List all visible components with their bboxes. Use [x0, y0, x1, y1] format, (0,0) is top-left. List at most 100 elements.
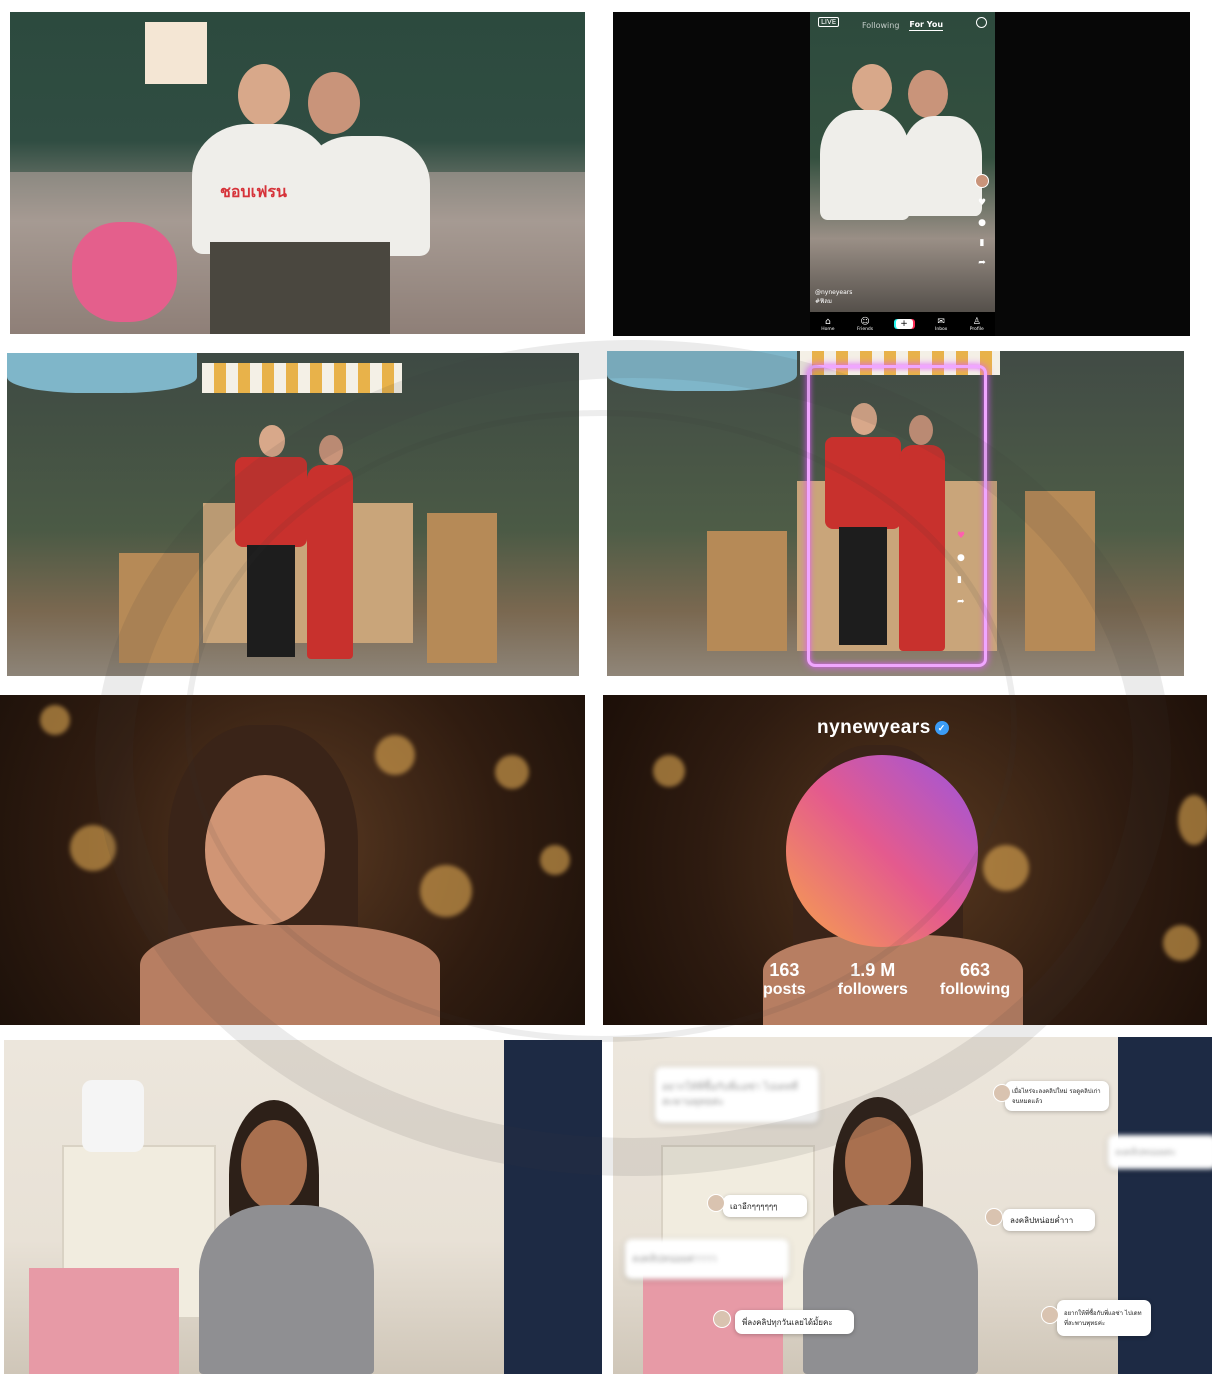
profile-picture-ring[interactable] — [786, 755, 978, 947]
red-dress — [307, 465, 353, 659]
comment-bubble: ลงคลิปหน่อยค่ำาา — [985, 1208, 1095, 1231]
tiktok-phone-screen: LIVE Following For You ♥ ● ▮ ➦ @nyneyear… — [810, 12, 995, 336]
person-shirt — [300, 136, 430, 256]
nav-label: Profile — [969, 326, 984, 332]
tab-for-you[interactable]: For You — [909, 20, 944, 31]
profile-stats: 163 posts 1.9 M followers 663 following — [763, 960, 1010, 1000]
nav-inbox[interactable]: ✉ Inbox — [935, 317, 947, 332]
instagram-profile-overlay: nynewyears ✓ 163 posts 1.9 M followers 66… — [603, 695, 1207, 1025]
comment-icon[interactable]: ● — [978, 219, 986, 228]
inbox-icon: ✉ — [937, 316, 945, 327]
avatar — [993, 1084, 1011, 1102]
bokeh-light — [653, 755, 685, 787]
nav-profile[interactable]: ♙ Profile — [970, 317, 984, 332]
avatar — [713, 1310, 731, 1328]
grey-sweater — [803, 1205, 978, 1374]
comment-text: ลงคลิปหน่อยค่ำาา — [1010, 1215, 1074, 1225]
profile-username[interactable]: nynewyears ✓ — [817, 717, 949, 739]
tiktok-mockup: LIVE Following For You ♥ ● ▮ ➦ @nyneyear… — [613, 12, 1190, 336]
tiktok-video-info: @nyneyears #ฟิลม — [815, 288, 852, 306]
grey-sweater — [199, 1205, 374, 1374]
stat-posts[interactable]: 163 posts — [763, 960, 806, 1000]
stat-label: following — [939, 981, 1011, 998]
bokeh-light — [495, 755, 529, 789]
live-icon[interactable]: LIVE — [818, 17, 840, 27]
photo-fruit-stand — [7, 353, 579, 676]
photo-woman-bokeh — [0, 695, 585, 1025]
person-face — [845, 1117, 911, 1207]
comment-text: ลงคลิปหน่อยค่าาาา — [632, 1253, 717, 1265]
bookmark-icon: ▮ — [957, 575, 962, 585]
umbrella — [7, 353, 197, 393]
comment-text: อยากให้พี่ซื้อกับพี่แอซ่า ไปเดทที่สะพานพ… — [662, 1082, 798, 1108]
plaid-pants — [210, 242, 390, 334]
bokeh-light — [1163, 925, 1199, 961]
comments-overlay: อยากให้พี่ซื้อกับพี่แอซ่า ไปเดทที่สะพานพ… — [613, 1037, 1212, 1374]
nav-friends[interactable]: ☺ Friends — [857, 317, 873, 332]
person-head — [852, 64, 892, 112]
comment-bubble: อยากให้พี่ซื้อกับพี่แอซ่า ไปเดทที่สะพานพ… — [655, 1067, 819, 1123]
comment-bubble: ลงคลิปหน่อยค่าาาา — [625, 1239, 789, 1279]
nav-label: Home — [821, 326, 835, 332]
person-shirt — [820, 110, 910, 220]
nav-label: Friends — [856, 326, 874, 332]
neon-phone-frame — [807, 365, 987, 667]
caption: #ฟิลม — [815, 298, 832, 305]
avatar — [1041, 1306, 1059, 1324]
stat-following[interactable]: 663 following — [940, 960, 1010, 1000]
search-icon[interactable] — [976, 17, 987, 28]
comment-text: เอาอีกๆๆๆๆๆๆ — [730, 1201, 778, 1211]
comment-bubble: ลงคลิปหน่อยค่ะ — [1108, 1135, 1212, 1169]
person-face — [241, 1120, 307, 1210]
avatar-icon[interactable] — [975, 174, 989, 188]
black-pants — [247, 545, 295, 657]
username[interactable]: @nyneyears — [815, 288, 852, 297]
bokeh-light — [420, 865, 472, 917]
shoulders — [140, 925, 440, 1025]
comment-icon: ● — [957, 553, 965, 563]
friends-icon: ☺ — [860, 316, 870, 327]
person-head — [238, 64, 290, 126]
comment-bubble: พี่ลงคลิปทุกวันเลยได้มั้ยคะ — [713, 1310, 854, 1334]
bokeh-light — [40, 705, 70, 735]
tab-following[interactable]: Following — [862, 21, 899, 30]
comment-text: อยากให้พี่ซื้อกับพี่แอซ่า ไปเดทที่สะพานพ… — [1064, 1310, 1142, 1327]
home-icon: ⌂ — [825, 316, 831, 327]
poster — [145, 22, 207, 84]
stat-value: 163 — [769, 960, 800, 980]
stat-label: posts — [763, 981, 806, 998]
stat-value: 663 — [959, 960, 991, 980]
stat-value: 1.9 M — [850, 960, 896, 980]
comment-text: พี่ลงคลิปทุกวันเลยได้มั้ยคะ — [742, 1317, 833, 1327]
person-head — [319, 435, 343, 465]
person-head — [308, 72, 360, 134]
pink-teddy — [72, 222, 177, 322]
neon-side-actions: ♥ ● ▮ ➦ — [957, 531, 1170, 607]
nav-label: Inbox — [935, 326, 948, 332]
bookmark-icon[interactable]: ▮ — [980, 239, 985, 248]
umbrella — [607, 351, 797, 391]
tshirt-text: ชอบเฟรน — [220, 182, 287, 201]
bokeh-light — [540, 845, 570, 875]
comment-bubble: อยากให้พี่ซื้อกับพี่แอซ่า ไปเดทที่สะพานพ… — [1041, 1300, 1151, 1336]
verified-badge-icon: ✓ — [934, 720, 949, 735]
stat-label: followers — [837, 981, 908, 998]
username-text: nynewyears — [817, 717, 931, 738]
bokeh-light — [1178, 795, 1207, 845]
share-icon[interactable]: ➦ — [978, 259, 986, 268]
comment-text: เมื่อไหร่จะลงคลิปใหม่ รอดูคลิปเก่าจนหมดแ… — [1012, 1088, 1101, 1105]
profile-icon: ♙ — [972, 316, 981, 327]
stat-followers[interactable]: 1.9 M followers — [838, 960, 908, 1000]
plus-icon: + — [895, 319, 913, 329]
awning — [202, 363, 402, 393]
heart-icon[interactable]: ♥ — [978, 199, 986, 208]
tiktok-side-actions: ♥ ● ▮ ➦ — [975, 174, 989, 268]
heart-icon: ♥ — [957, 531, 966, 541]
red-jacket — [235, 457, 307, 547]
share-icon: ➦ — [957, 597, 965, 607]
foreground-shirt — [504, 1040, 602, 1374]
comment-bubble: เอาอีกๆๆๆๆๆๆ — [707, 1194, 807, 1217]
person-shirt — [902, 116, 982, 216]
nav-home[interactable]: ⌂ Home — [821, 317, 834, 332]
nav-create[interactable]: + — [895, 319, 913, 329]
